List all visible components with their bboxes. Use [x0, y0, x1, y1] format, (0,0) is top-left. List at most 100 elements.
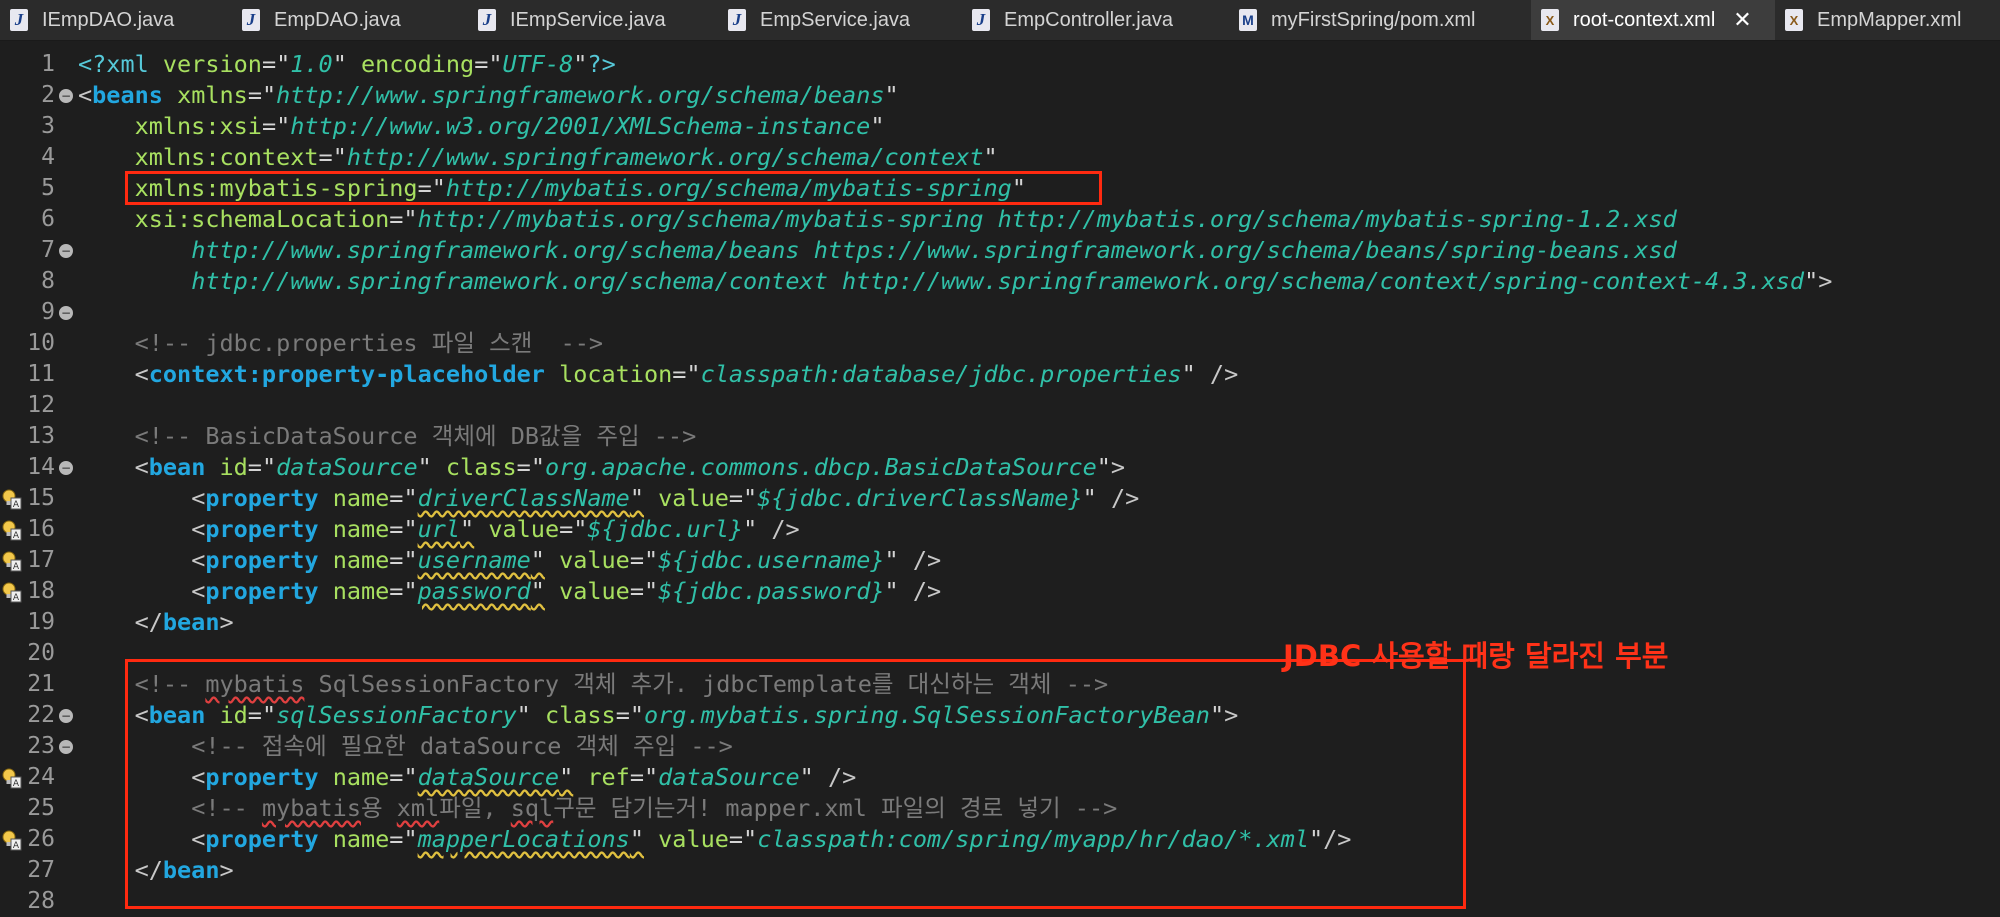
- attribute-name-token: encoding: [361, 50, 475, 78]
- equals-token: =: [516, 453, 531, 481]
- close-tab-icon[interactable]: ✕: [1733, 8, 1751, 33]
- tab-myfirstspring-pom-xml[interactable]: MmyFirstSpring/pom.xml: [1229, 0, 1531, 40]
- code-editor[interactable]: 1 2−3 4 5 6 7−8 9−10 11 12 13 14− A 15 A 16 A 17 A 18 19 20 2…: [0, 41, 2000, 914]
- code-line[interactable]: <!-- BasicDataSource 객체에 DB값을 주입 -->: [78, 421, 1832, 452]
- quote-token: ": [884, 577, 899, 605]
- string-value-token: org.apache.commons.dbcp.BasicDataSource: [544, 453, 1097, 481]
- code-line[interactable]: <property name="password" value="${jdbc.…: [78, 576, 1832, 607]
- string-value-token: UTF-8: [502, 50, 574, 78]
- svg-text:A: A: [13, 593, 20, 603]
- tab-empmapper-xml[interactable]: X EmpMapper.xml: [1775, 0, 2000, 40]
- bracket-token: />: [1110, 484, 1140, 512]
- bracket-token: >: [219, 608, 234, 636]
- code-line[interactable]: <property name="driverClassName" value="…: [78, 483, 1832, 514]
- string-value-token: http://www.w3.org/2001/XMLSchema-instanc…: [290, 112, 871, 140]
- code-line[interactable]: <!-- jdbc.properties 파일 스캔 -->: [78, 328, 1832, 359]
- svg-text:A: A: [13, 779, 20, 789]
- quote-token: ": [884, 546, 899, 574]
- tab-label: EmpDAO.java: [274, 8, 401, 31]
- string-value-token: driverClassName: [417, 484, 630, 512]
- svg-text:A: A: [13, 500, 20, 510]
- code-line[interactable]: http://www.springframework.org/schema/be…: [78, 235, 1832, 266]
- quote-token: ": [629, 484, 644, 512]
- tab-empdao-java[interactable]: J EmpDAO.java: [232, 0, 468, 40]
- bracket-token: <: [78, 81, 93, 109]
- gutter-line: 6: [0, 204, 76, 235]
- warning-lightbulb-icon[interactable]: A: [2, 767, 22, 789]
- line-number: 6: [41, 206, 55, 232]
- equals-token: =: [389, 205, 404, 233]
- bracket-token: <: [191, 546, 206, 574]
- code-line[interactable]: http://www.springframework.org/schema/co…: [78, 266, 1832, 297]
- quote-token: ": [1082, 484, 1097, 512]
- code-line[interactable]: <bean id="dataSource" class="org.apache.…: [78, 452, 1832, 483]
- tab-root-context-xml[interactable]: Xroot-context.xml ✕: [1531, 0, 1775, 40]
- warning-lightbulb-icon[interactable]: A: [2, 519, 22, 541]
- tab-iempservice-java[interactable]: J IEmpService.java: [468, 0, 718, 40]
- warning-lightbulb-icon[interactable]: A: [2, 581, 22, 603]
- tab-label: EmpController.java: [1004, 8, 1173, 31]
- gutter-line: A 26: [0, 824, 76, 855]
- line-number: 23: [27, 733, 55, 759]
- string-value-token: http://www.springframework.org/schema/co…: [191, 267, 1805, 295]
- tab-label: root-context.xml: [1573, 8, 1716, 31]
- line-number: 21: [27, 671, 55, 697]
- fold-toggle-icon[interactable]: −: [59, 709, 73, 723]
- line-number: 9: [41, 299, 55, 325]
- bracket-token: </: [134, 608, 163, 636]
- code-line[interactable]: [78, 390, 1832, 421]
- fold-toggle-icon[interactable]: −: [59, 306, 73, 320]
- tab-empcontroller-java[interactable]: J EmpController.java: [962, 0, 1229, 40]
- fold-toggle-icon[interactable]: −: [59, 740, 73, 754]
- bracket-token: />: [1209, 360, 1239, 388]
- attribute-name-token: version: [162, 50, 262, 78]
- warning-lightbulb-icon[interactable]: A: [2, 488, 22, 510]
- warning-lightbulb-icon[interactable]: A: [2, 829, 22, 851]
- equals-token: =: [559, 515, 574, 543]
- line-number: 27: [27, 857, 55, 883]
- comment-token: <!-- jdbc.properties 파일 스캔 -->: [134, 329, 604, 357]
- code-line[interactable]: <beans xmlns="http://www.springframework…: [78, 80, 1832, 111]
- code-line[interactable]: <context:property-placeholder location="…: [78, 359, 1832, 390]
- code-line[interactable]: <?xml version="1.0" encoding="UTF-8"?>: [78, 49, 1832, 80]
- xml-declaration-token: ?>: [587, 50, 616, 78]
- equals-token: =: [474, 50, 489, 78]
- code-line[interactable]: xmlns:xsi="http://www.w3.org/2001/XMLSch…: [78, 111, 1832, 142]
- fold-toggle-icon[interactable]: −: [59, 244, 73, 258]
- line-number: 8: [41, 268, 55, 294]
- code-line[interactable]: <property name="url" value="${jdbc.url}"…: [78, 514, 1832, 545]
- string-value-token: http://www.springframework.org/schema/be…: [276, 81, 885, 109]
- fold-toggle-icon[interactable]: −: [59, 461, 73, 475]
- tab-empservice-java[interactable]: J EmpService.java: [718, 0, 962, 40]
- line-number: 10: [27, 330, 55, 356]
- tag-name-token: property: [205, 577, 319, 605]
- code-line[interactable]: xsi:schemaLocation="http://mybatis.org/s…: [78, 204, 1832, 235]
- attribute-name-token: name: [332, 577, 390, 605]
- comment-token: <!-- BasicDataSource 객체에 DB값을 주입 -->: [134, 422, 697, 450]
- line-number: 3: [41, 113, 55, 139]
- tab-iempdao-java[interactable]: J IEmpDAO.java: [0, 0, 232, 40]
- attribute-name-token: value: [559, 577, 630, 605]
- tab-label: EmpService.java: [760, 8, 911, 31]
- code-line[interactable]: [78, 297, 1832, 328]
- quote-token: ": [332, 143, 347, 171]
- code-line[interactable]: xmlns:context="http://www.springframewor…: [78, 142, 1832, 173]
- warning-lightbulb-icon[interactable]: A: [2, 550, 22, 572]
- line-number: 4: [41, 144, 55, 170]
- svg-text:A: A: [13, 841, 20, 851]
- code-line[interactable]: <property name="username" value="${jdbc.…: [78, 545, 1832, 576]
- fold-toggle-icon[interactable]: −: [59, 89, 73, 103]
- quote-token: ": [332, 50, 347, 78]
